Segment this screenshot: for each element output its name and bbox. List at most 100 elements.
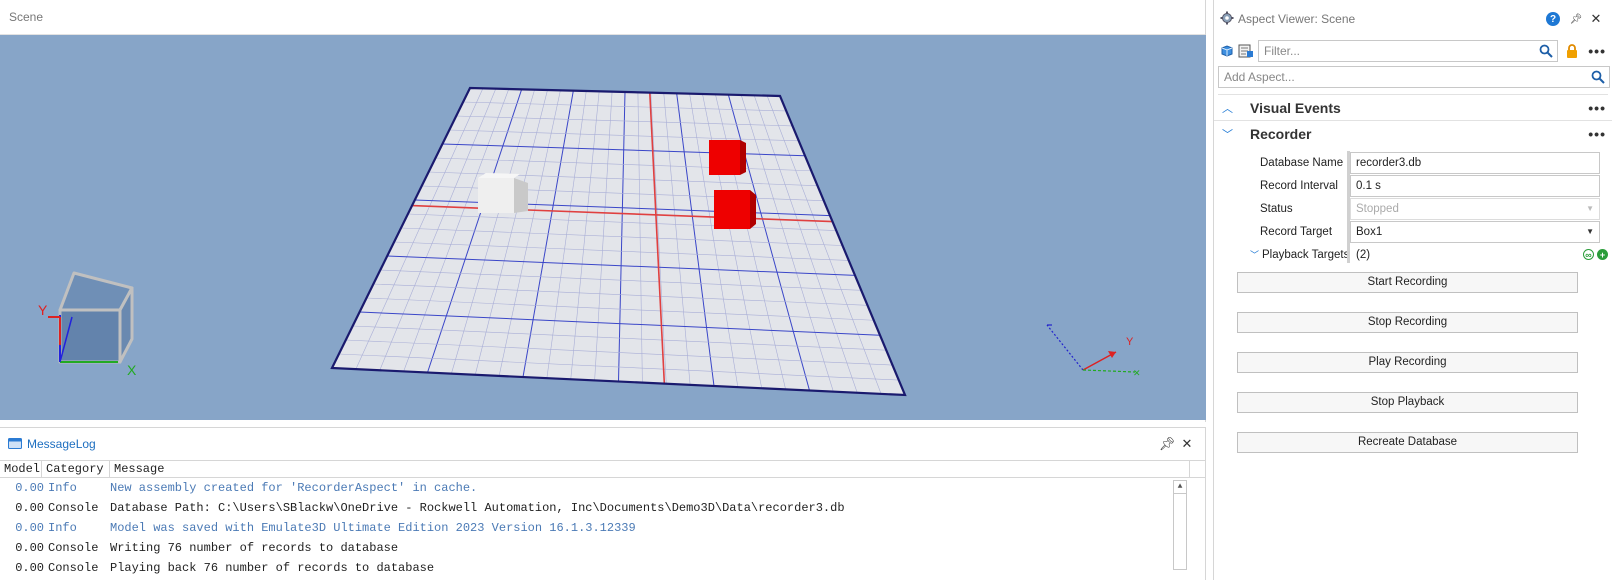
status-value: Stopped (1356, 202, 1399, 215)
aspect-viewer-title: Aspect Viewer: Scene (1238, 12, 1356, 26)
message-log-title: MessageLog (27, 437, 96, 451)
log-row[interactable]: 0.00 Console Database Path: C:\Users\SBl… (0, 498, 1205, 518)
property-record-target: Record Target Box1 ▼ (1214, 220, 1612, 243)
add-aspect-field[interactable] (1218, 66, 1610, 88)
svg-text:✕: ✕ (1133, 368, 1141, 378)
playback-targets-count: (2) (1356, 248, 1371, 261)
property-playback-targets: ﹀ Playback Targets (2) ∞ + (1214, 243, 1612, 266)
chevron-down-icon[interactable]: ▼ (1586, 227, 1594, 236)
section-recorder[interactable]: ﹀ Recorder ••• (1214, 121, 1612, 147)
filter-row: ••• (1214, 38, 1612, 64)
scene-title: Scene (9, 10, 44, 24)
property-label: Record Target (1260, 225, 1333, 238)
filter-field[interactable] (1258, 40, 1559, 62)
scene-header: Scene (0, 0, 1205, 35)
lock-icon[interactable] (1566, 44, 1580, 58)
chevron-down-icon[interactable]: ﹀ (1250, 248, 1259, 261)
column-model[interactable]: Model (0, 461, 42, 477)
property-splitter[interactable] (1347, 151, 1350, 263)
database-name-field[interactable]: recorder3.db (1350, 151, 1600, 174)
view-cube[interactable] (48, 271, 134, 364)
more-icon[interactable]: ••• (1588, 43, 1606, 59)
column-message[interactable]: Message (110, 461, 1190, 477)
log-message: Database Path: C:\Users\SBlackw\OneDrive… (110, 501, 845, 515)
recorder-properties: Database Name recorder3.db Record Interv… (1214, 147, 1612, 266)
start-recording-button[interactable]: Start Recording (1237, 272, 1578, 293)
log-message: Playing back 76 number of records to dat… (110, 561, 435, 575)
recreate-database-button[interactable]: Recreate Database (1237, 432, 1578, 453)
record-target-select[interactable]: Box1 ▼ (1350, 220, 1600, 243)
chevron-up-icon[interactable]: ︿ (1222, 100, 1240, 116)
recorder-buttons: Start Recording Stop Recording Play Reco… (1214, 266, 1612, 453)
filter-input[interactable] (1259, 41, 1558, 61)
record-target-value: Box1 (1356, 225, 1383, 238)
scene-panel: Scene Y X Y ✕ (0, 0, 1206, 422)
log-scrollbar[interactable]: ▲ (1173, 480, 1187, 570)
property-label: Status (1260, 202, 1293, 215)
status-field: Stopped ▼ (1350, 197, 1600, 220)
section-visual-events[interactable]: ︿ Visual Events ••• (1214, 95, 1612, 121)
scroll-up-icon[interactable]: ▲ (1174, 481, 1186, 494)
scene-3d-view[interactable]: Y X Y ✕ (0, 35, 1206, 420)
more-icon[interactable]: ••• (1588, 100, 1606, 116)
log-category: Info (48, 481, 77, 495)
box-red-2[interactable] (714, 190, 756, 229)
log-row[interactable]: 0.00 Console Playing back 76 number of r… (0, 558, 1205, 578)
add-aspect-input[interactable] (1219, 67, 1609, 87)
log-time: 0.00 (15, 521, 44, 535)
log-time: 0.00 (15, 501, 44, 515)
log-message: Model was saved with Emulate3D Ultimate … (110, 521, 636, 535)
log-time: 0.00 (15, 481, 44, 495)
add-icon[interactable]: + (1597, 249, 1608, 260)
gear-icon (1220, 11, 1234, 28)
play-recording-button[interactable]: Play Recording (1237, 352, 1578, 373)
message-log-header: MessageLog 📌︎ ✕ (0, 428, 1205, 460)
log-row[interactable]: 0.00 Info Model was saved with Emulate3D… (0, 518, 1205, 538)
log-row[interactable]: 0.00 Console Writing 76 number of record… (0, 538, 1205, 558)
section-visual-events-title: Visual Events (1250, 99, 1341, 116)
stop-recording-button[interactable]: Stop Recording (1237, 312, 1578, 333)
property-label: Playback Targets (1262, 248, 1350, 261)
log-message: New assembly created for 'RecorderAspect… (110, 481, 478, 495)
axis-gizmo: Y ✕ (1046, 324, 1141, 378)
record-interval-field[interactable]: 0.1 s (1350, 174, 1600, 197)
close-icon[interactable]: ✕ (1177, 434, 1197, 454)
log-time: 0.00 (15, 541, 44, 555)
gizmo-label-y: Y (1126, 336, 1134, 348)
message-log-body: 0.00 Info New assembly created for 'Reco… (0, 478, 1205, 578)
section-recorder-title: Recorder (1250, 126, 1312, 142)
aspect-viewer-header: Aspect Viewer: Scene ? 📌︎ ✕ (1214, 0, 1612, 38)
chevron-down-icon[interactable]: ﹀ (1222, 126, 1240, 142)
playback-targets-toggle[interactable]: ﹀ Playback Targets (1214, 248, 1350, 261)
chevron-down-icon: ▼ (1586, 204, 1594, 213)
aspect-viewer-panel: Aspect Viewer: Scene ? 📌︎ ✕ ••• (1213, 0, 1612, 580)
scene-viewport[interactable]: Y X Y ✕ (0, 35, 1206, 420)
log-time: 0.00 (15, 561, 44, 575)
more-icon[interactable]: ••• (1588, 126, 1606, 142)
log-category: Console (48, 501, 99, 515)
property-label: Database Name (1260, 156, 1344, 169)
stop-playback-button[interactable]: Stop Playback (1237, 392, 1578, 413)
help-icon[interactable]: ? (1546, 12, 1560, 26)
column-category[interactable]: Category (42, 461, 110, 477)
messagelog-icon (8, 437, 22, 452)
link-icon[interactable]: ∞ (1583, 249, 1594, 260)
log-row[interactable]: 0.00 Info New assembly created for 'Reco… (0, 478, 1205, 498)
search-icon[interactable] (1539, 44, 1554, 61)
close-icon[interactable]: ✕ (1586, 9, 1606, 29)
add-aspect-row (1214, 64, 1612, 88)
message-log-columns: Model Category Message (0, 460, 1205, 478)
search-icon[interactable] (1591, 70, 1605, 87)
notepad-icon[interactable] (1238, 44, 1254, 58)
floor-plane (332, 88, 905, 395)
pin-icon[interactable]: 📌︎ (1157, 434, 1177, 454)
box-red-1[interactable] (709, 140, 746, 175)
axis-label-x: X (127, 362, 137, 378)
log-category: Info (48, 521, 77, 535)
pin-icon[interactable]: 📌︎ (1566, 9, 1586, 29)
cube-icon[interactable] (1220, 44, 1234, 58)
message-log-panel: MessageLog 📌︎ ✕ Model Category Message 0… (0, 427, 1206, 580)
log-message: Writing 76 number of records to database (110, 541, 399, 555)
property-database-name: Database Name recorder3.db (1214, 151, 1612, 174)
log-category: Console (48, 541, 99, 555)
